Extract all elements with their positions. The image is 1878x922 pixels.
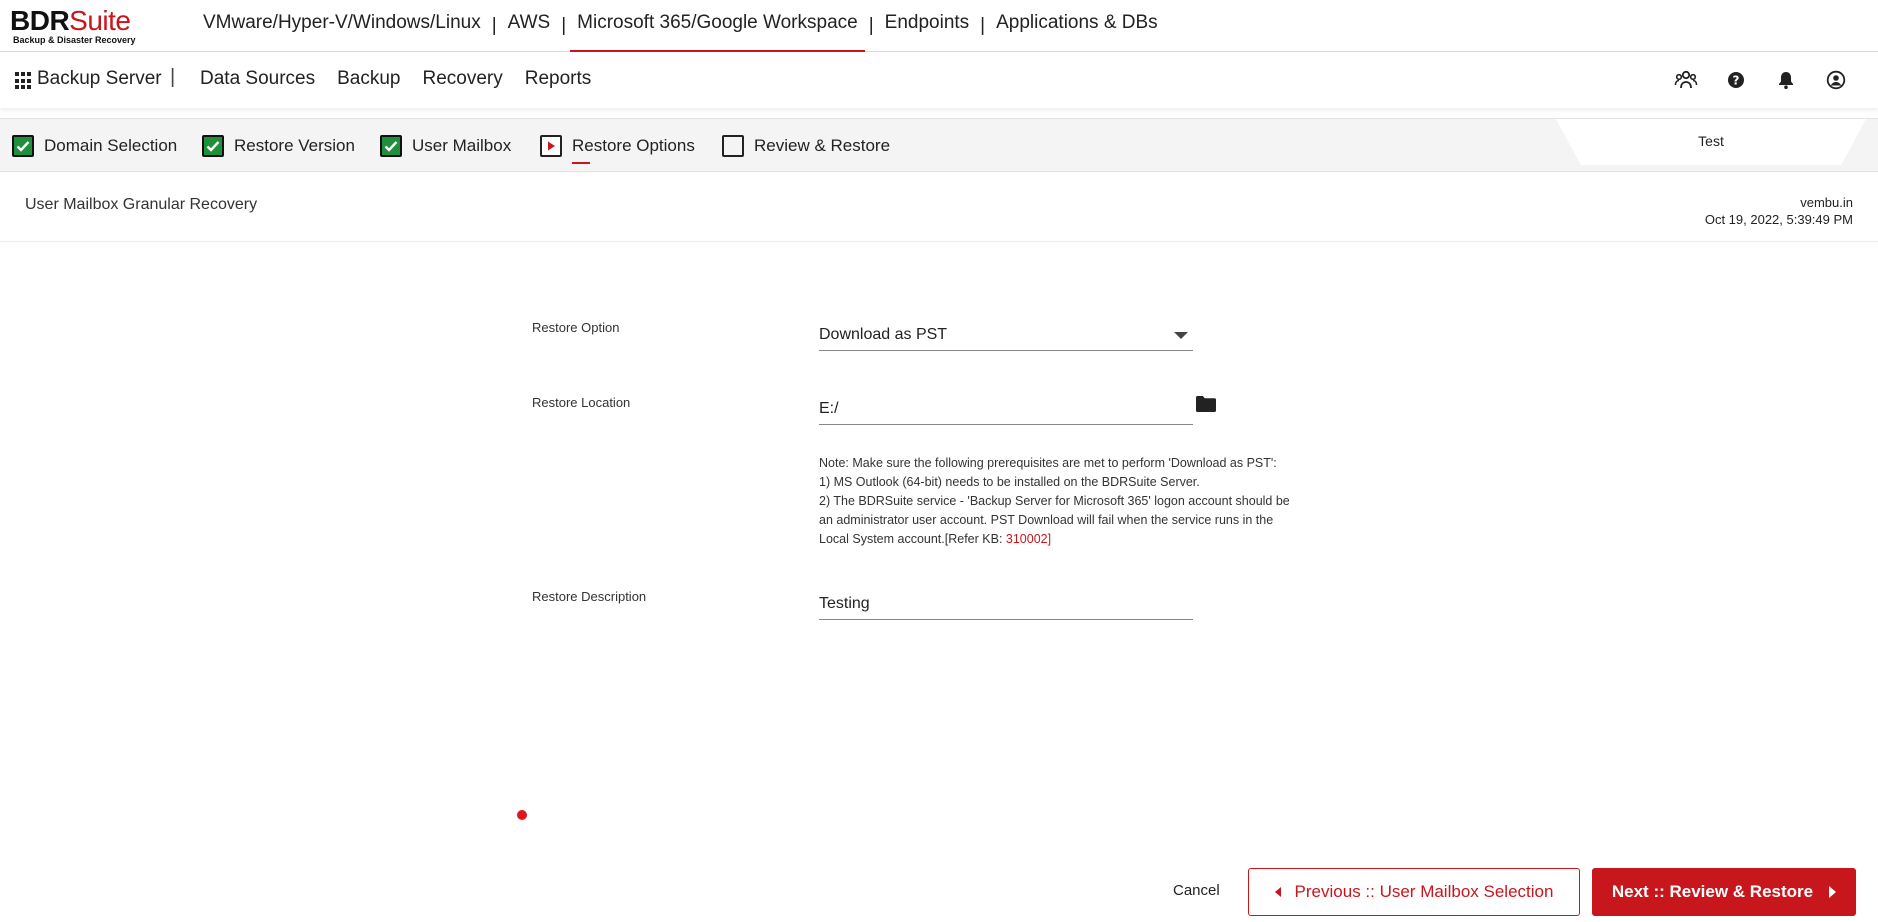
step-restore-options[interactable]: Restore Options	[540, 135, 695, 164]
product-separator: |	[491, 15, 497, 36]
note-line: Local System account.[Refer KB:	[819, 532, 1006, 546]
job-name-tab: Test	[1556, 119, 1866, 165]
folder-icon[interactable]	[1195, 395, 1217, 413]
step-label: User Mailbox	[412, 136, 512, 155]
product-tab-vmware[interactable]: VMware/Hyper-V/Windows/Linux	[196, 0, 488, 52]
product-tabs: VMware/Hyper-V/Windows/Linux | AWS | Mic…	[196, 0, 1165, 52]
product-tab-aws[interactable]: AWS	[501, 0, 558, 52]
bell-icon[interactable]	[1774, 68, 1798, 92]
bdrsuite-logo[interactable]: BDRSuite Backup & Disaster Recovery	[10, 5, 136, 46]
app-grid-icon[interactable]	[15, 72, 33, 90]
note-line: Note: Make sure the following prerequisi…	[819, 456, 1277, 470]
nav-icons: ?	[1674, 68, 1848, 92]
step-domain-selection[interactable]: Domain Selection	[12, 135, 177, 157]
step-label: Review & Restore	[754, 136, 891, 155]
step-label: Domain Selection	[44, 136, 178, 155]
page-meta: vembu.in Oct 19, 2022, 5:39:49 PM	[1705, 194, 1853, 228]
status-dot	[517, 810, 527, 820]
note-line: 2) The BDRSuite service - 'Backup Server…	[819, 494, 1290, 508]
chevron-down-icon	[1174, 332, 1188, 339]
page-header: User Mailbox Granular Recovery vembu.in …	[0, 172, 1878, 242]
step-label: Restore Version	[234, 136, 355, 155]
caret-right-icon	[1829, 886, 1837, 898]
kb-link[interactable]: 310002	[1006, 532, 1048, 546]
nav-item-data-sources[interactable]: Data Sources	[200, 68, 315, 90]
next-button[interactable]: Next :: Review & Restore	[1592, 868, 1856, 916]
logo-tagline: Backup & Disaster Recovery	[13, 35, 136, 45]
product-separator: |	[980, 15, 986, 36]
caret-left-icon	[1274, 887, 1281, 897]
restore-description-value: Testing	[819, 595, 870, 612]
nav-menu: Data Sources Backup Recovery Reports	[200, 68, 613, 90]
product-tab-applications[interactable]: Applications & DBs	[989, 0, 1165, 52]
svg-text:?: ?	[1733, 74, 1740, 88]
restore-option-select[interactable]: Download as PST	[819, 326, 1193, 351]
page-title: User Mailbox Granular Recovery	[25, 196, 258, 213]
product-separator: |	[868, 15, 874, 36]
timestamp: Oct 19, 2022, 5:39:49 PM	[1704, 212, 1853, 227]
product-tab-endpoints[interactable]: Endpoints	[878, 0, 977, 52]
product-bar: BDRSuite Backup & Disaster Recovery VMwa…	[0, 0, 1878, 52]
step-done-check-icon	[202, 135, 224, 157]
previous-button-label: Previous :: User Mailbox Selection	[1294, 882, 1554, 901]
step-user-mailbox[interactable]: User Mailbox	[380, 135, 511, 157]
pst-prerequisites-note: Note: Make sure the following prerequisi…	[819, 454, 1309, 549]
account-icon[interactable]	[1824, 68, 1848, 92]
note-line: 1) MS Outlook (64-bit) needs to be insta…	[819, 475, 1200, 489]
help-icon[interactable]: ?	[1724, 68, 1748, 92]
nav-separator: |	[170, 66, 176, 88]
step-label: Restore Options	[572, 136, 695, 164]
nav-item-backup[interactable]: Backup	[337, 68, 400, 90]
logo-brand-rest: Suite	[69, 5, 131, 36]
restore-location-input[interactable]: E:/	[819, 400, 1193, 425]
restore-description-label: Restore Description	[532, 589, 647, 604]
product-separator: |	[561, 15, 567, 36]
product-tab-m365[interactable]: Microsoft 365/Google Workspace	[570, 0, 865, 52]
nav-item-recovery[interactable]: Recovery	[423, 68, 503, 90]
main-nav: Backup Server | Data Sources Backup Reco…	[0, 52, 1878, 108]
job-name: Test	[1698, 133, 1724, 149]
step-review-restore[interactable]: Review & Restore	[722, 135, 890, 157]
users-icon[interactable]	[1674, 68, 1698, 92]
step-pending-box-icon	[722, 135, 744, 157]
wizard-stepper: Domain Selection Restore Version User Ma…	[0, 118, 1878, 172]
next-button-label: Next :: Review & Restore	[1611, 882, 1814, 901]
app-name[interactable]: Backup Server	[37, 68, 162, 90]
previous-button[interactable]: Previous :: User Mailbox Selection	[1248, 868, 1580, 916]
step-done-check-icon	[380, 135, 402, 157]
cancel-button[interactable]: Cancel	[1173, 882, 1220, 899]
step-done-check-icon	[12, 135, 34, 157]
restore-description-input[interactable]: Testing	[819, 595, 1193, 620]
step-restore-version[interactable]: Restore Version	[202, 135, 355, 157]
logo-brand-bold: BDR	[10, 5, 70, 36]
restore-location-value: E:/	[819, 400, 839, 417]
restore-location-label: Restore Location	[532, 395, 631, 410]
restore-option-value: Download as PST	[819, 326, 948, 343]
note-bracket: ]	[1047, 532, 1052, 546]
org-name: vembu.in	[1800, 195, 1853, 210]
step-current-play-icon	[540, 135, 562, 157]
restore-option-label: Restore Option	[532, 320, 620, 335]
nav-item-reports[interactable]: Reports	[525, 68, 592, 90]
note-line: an administrator user account. PST Downl…	[819, 513, 1274, 527]
